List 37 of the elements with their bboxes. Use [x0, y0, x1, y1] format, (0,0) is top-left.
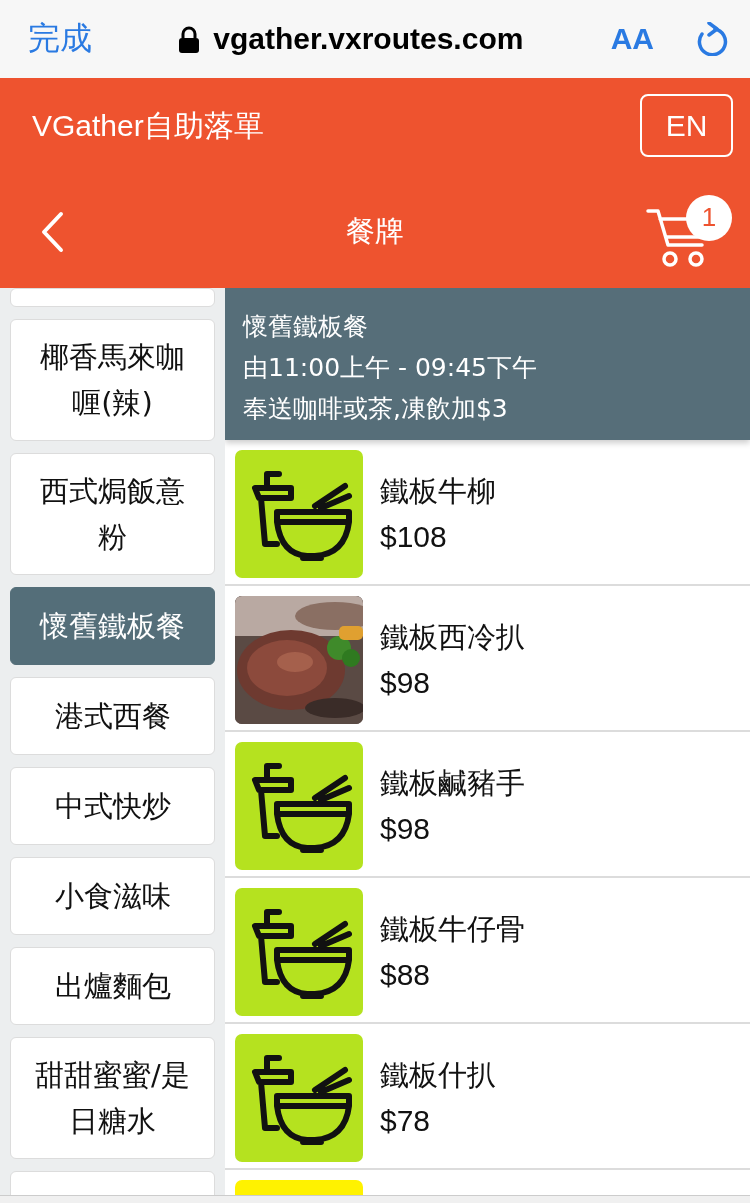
banner-note: 奉送咖啡或茶,凍飲加$3 — [243, 393, 509, 425]
dish-price: $108 — [380, 520, 448, 554]
reload-icon[interactable] — [696, 22, 728, 56]
back-button[interactable] — [40, 210, 64, 253]
done-button[interactable]: 完成 — [28, 17, 92, 61]
dish-name: 鐵板鹹豬手 — [380, 765, 525, 802]
dish-price: $98 — [380, 812, 432, 846]
dish-name: 鐵板什扒 — [380, 1057, 496, 1094]
language-button[interactable]: EN — [640, 94, 733, 157]
category-item[interactable]: 椰香馬來咖喱(辣) — [10, 319, 215, 441]
menu-item[interactable]: 鐵板什扒 $78 — [225, 1024, 750, 1170]
banner-hours: 由11:00上午 - 09:45下午 — [243, 352, 538, 384]
lock-icon — [179, 25, 200, 53]
app-title: VGather自助落單 — [32, 108, 264, 144]
dish-name: 鐵板西冷扒 — [380, 619, 525, 656]
cart-count-badge: 1 — [686, 194, 732, 241]
category-item[interactable]: 西式焗飯意粉 — [10, 453, 215, 575]
dish-price: $88 — [380, 958, 432, 992]
text-size-button[interactable]: AA — [610, 22, 654, 56]
menu-item[interactable]: 鐵板鹹豬手 $98 — [225, 732, 750, 878]
dish-price: $98 — [380, 666, 432, 700]
menu-item[interactable]: 鐵板西冷扒 $98 — [225, 586, 750, 732]
dish-name: 鐵板牛仔骨 — [380, 911, 525, 948]
dish-name: 鐵板牛柳 — [380, 473, 496, 510]
category-item[interactable]: 甜甜蜜蜜/是日糖水 — [10, 1037, 215, 1159]
menu-item[interactable]: 鐵板牛仔骨 $88 — [225, 878, 750, 1024]
dish-price: $78 — [380, 1104, 432, 1138]
category-item[interactable]: 懷舊鐵板餐 — [10, 587, 215, 665]
category-item[interactable]: 出爐麵包 — [10, 947, 215, 1025]
category-item[interactable]: 港式西餐 — [10, 677, 215, 755]
cart-button[interactable]: 1 — [646, 194, 732, 265]
category-item[interactable]: 小食滋味 — [10, 857, 215, 935]
banner-title: 懷舊鐵板餐 — [243, 311, 369, 343]
category-item[interactable]: 中式快炒 — [10, 767, 215, 845]
page-title: 餐牌 — [346, 212, 404, 250]
menu-item[interactable]: 鐵板牛柳 $108 — [225, 440, 750, 586]
address-bar[interactable]: vgather.vxroutes.com — [213, 22, 524, 56]
